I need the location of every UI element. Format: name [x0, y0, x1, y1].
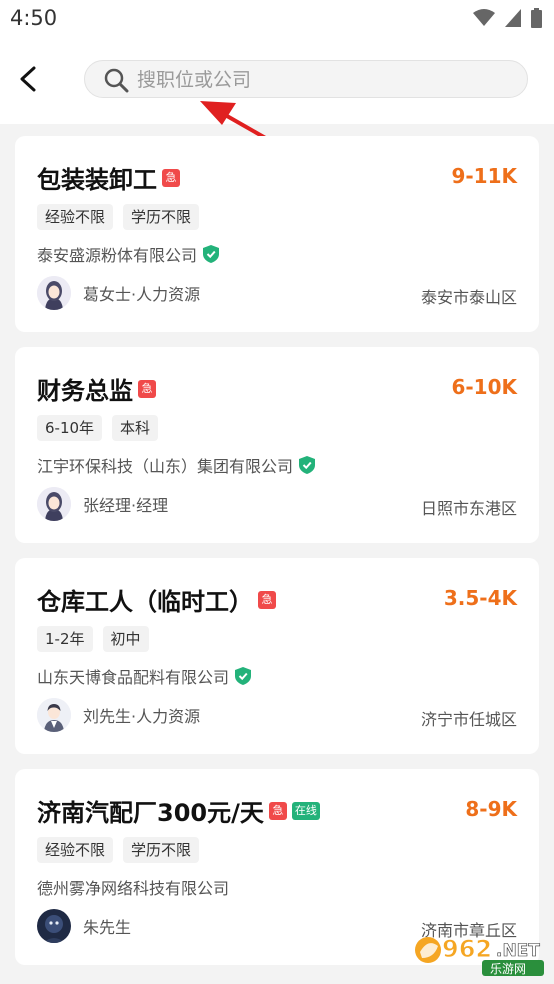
search-box[interactable]: [84, 60, 528, 99]
experience-tag: 经验不限: [37, 204, 114, 230]
urgent-badge: 急: [138, 379, 156, 398]
education-tag: 本科: [112, 415, 159, 441]
experience-tag: 经验不限: [37, 837, 114, 863]
recruiter-avatar: [37, 487, 71, 521]
battery-icon: [531, 8, 542, 28]
job-location: 济宁市任城区: [420, 710, 517, 729]
salary: 3.5-4K: [443, 586, 517, 610]
job-card[interactable]: 包装装卸工 急 9-11K 经验不限 学历不限 泰安盛源粉体有限公司 葛女士·人…: [15, 136, 539, 332]
job-title: 济南汽配厂300元/天: [37, 799, 264, 827]
salary: 6-10K: [451, 375, 517, 399]
job-card[interactable]: 仓库工人（临时工） 急 3.5-4K 1-2年 初中 山东天博食品配料有限公司 …: [15, 558, 539, 754]
svg-text:.NET: .NET: [496, 941, 540, 961]
watermark-logo: 962 .NET 乐游网: [412, 930, 548, 982]
job-card[interactable]: 财务总监 急 6-10K 6-10年 本科 江宇环保科技（山东）集团有限公司 张…: [15, 347, 539, 543]
urgent-badge: 急: [268, 801, 287, 820]
job-location: 日照市东港区: [420, 499, 517, 518]
salary: 8-9K: [465, 797, 517, 821]
search-header: [0, 40, 554, 124]
job-tags: 1-2年 初中: [37, 626, 149, 652]
verified-shield-icon: [235, 667, 252, 685]
recruiter-name: 葛女士·人力资源: [83, 285, 201, 304]
job-tags: 6-10年 本科: [37, 415, 159, 441]
job-title: 仓库工人（临时工）: [37, 588, 253, 616]
svg-text:乐游网: 乐游网: [490, 962, 526, 976]
experience-tag: 6-10年: [37, 415, 103, 441]
job-title: 包装装卸工: [37, 166, 157, 194]
job-tags: 经验不限 学历不限: [37, 837, 200, 863]
wifi-icon: [473, 9, 495, 26]
recruiter-name: 朱先生: [83, 918, 132, 937]
education-tag: 初中: [102, 626, 149, 652]
salary: 9-11K: [451, 164, 517, 188]
company-name: 泰安盛源粉体有限公司: [37, 246, 198, 265]
verified-shield-icon: [299, 456, 316, 474]
urgent-badge: 急: [258, 590, 276, 609]
search-icon: [104, 68, 129, 93]
experience-tag: 1-2年: [37, 626, 93, 652]
signal-icon: [505, 9, 521, 27]
recruiter-name: 刘先生·人力资源: [83, 707, 201, 726]
company-name: 山东天博食品配料有限公司: [37, 668, 230, 687]
education-tag: 学历不限: [123, 204, 200, 230]
status-icons: [473, 8, 542, 28]
svg-text:962: 962: [442, 935, 492, 963]
company-name: 江宇环保科技（山东）集团有限公司: [37, 457, 294, 476]
job-location: 泰安市泰山区: [420, 288, 517, 307]
recruiter-avatar: [37, 909, 71, 943]
back-arrow-icon: [20, 66, 36, 92]
urgent-badge: 急: [162, 168, 180, 187]
recruiter-name: 张经理·经理: [83, 496, 169, 515]
job-tags: 经验不限 学历不限: [37, 204, 200, 230]
recruiter-avatar: [37, 276, 71, 310]
status-time: 4:50: [10, 6, 58, 30]
recruiter-avatar: [37, 698, 71, 732]
back-button[interactable]: [14, 62, 42, 96]
verified-shield-icon: [203, 245, 220, 263]
job-title: 财务总监: [37, 377, 133, 405]
education-tag: 学历不限: [123, 837, 200, 863]
status-bar: 4:50: [0, 0, 554, 40]
search-input[interactable]: [135, 61, 519, 99]
online-badge: 在线: [291, 801, 320, 820]
company-name: 德州雾净网络科技有限公司: [37, 879, 230, 898]
